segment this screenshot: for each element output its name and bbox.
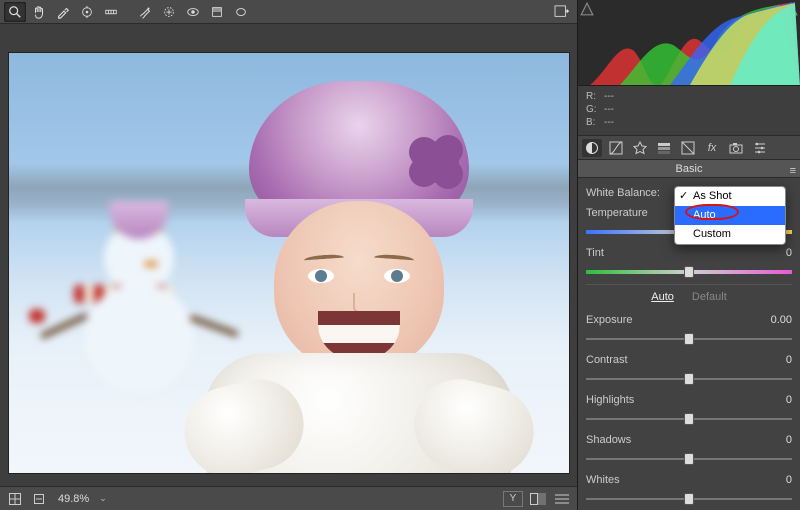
before-after-icon[interactable] (529, 491, 547, 507)
grad-filter-tool-icon[interactable] (206, 2, 228, 22)
exposure-value[interactable]: 0.00 (744, 314, 792, 326)
wb-option-custom[interactable]: Custom (675, 225, 785, 244)
highlights-label: Highlights (586, 394, 744, 406)
hand-tool-icon[interactable] (28, 2, 50, 22)
minus-icon[interactable] (30, 491, 48, 507)
straighten-tool-icon[interactable] (100, 2, 122, 22)
top-toolbar (0, 0, 577, 24)
r-value: --- (604, 91, 614, 102)
contrast-slider[interactable] (586, 371, 792, 385)
tab-basic-icon[interactable] (582, 139, 602, 157)
brush-tool-icon[interactable] (134, 2, 156, 22)
app-root: 49.8% ⌄ Y R:--- G:--- B:--- (0, 0, 800, 510)
settings-lines-icon[interactable] (553, 491, 571, 507)
tab-split-icon[interactable] (678, 139, 698, 157)
default-link[interactable]: Default (692, 291, 727, 303)
whites-label: Whites (586, 474, 744, 486)
g-label: G: (586, 103, 604, 116)
zoom-level[interactable]: 49.8% (54, 493, 93, 505)
status-bar: 49.8% ⌄ Y (0, 486, 577, 510)
panel-title: Basic ≡ (578, 160, 800, 178)
radial-filter-tool-icon[interactable] (230, 2, 252, 22)
target-wb-tool-icon[interactable] (76, 2, 98, 22)
wb-option-as-shot[interactable]: As Shot (675, 187, 785, 206)
shadows-label: Shadows (586, 434, 744, 446)
rgb-readout: R:--- G:--- B:--- (578, 86, 800, 136)
spot-tool-icon[interactable] (158, 2, 180, 22)
grid-toggle-icon[interactable] (6, 491, 24, 507)
whites-slider[interactable] (586, 491, 792, 505)
tint-value[interactable]: 0 (744, 247, 792, 259)
tint-label: Tint (586, 247, 744, 259)
b-value: --- (604, 117, 614, 128)
left-pane: 49.8% ⌄ Y (0, 0, 578, 510)
panel-tab-strip: fx (578, 136, 800, 160)
tab-presets-icon[interactable] (750, 139, 770, 157)
histogram[interactable] (578, 0, 800, 86)
exposure-label: Exposure (586, 314, 744, 326)
tab-fx-icon[interactable]: fx (702, 139, 722, 157)
white-balance-dropdown[interactable]: As Shot Auto Custom (674, 186, 786, 245)
exposure-slider[interactable] (586, 331, 792, 345)
redeye-tool-icon[interactable] (182, 2, 204, 22)
right-panel: R:--- G:--- B:--- fx Basic ≡ White Balan… (578, 0, 800, 510)
eyedropper-tool-icon[interactable] (52, 2, 74, 22)
highlights-slider[interactable] (586, 411, 792, 425)
tab-tone-curve-icon[interactable] (606, 139, 626, 157)
zoom-chevron-icon[interactable]: ⌄ (99, 493, 107, 504)
contrast-value[interactable]: 0 (744, 354, 792, 366)
highlights-value[interactable]: 0 (744, 394, 792, 406)
image-canvas-area[interactable] (0, 24, 577, 486)
photo-preview (9, 53, 569, 473)
shadows-value[interactable]: 0 (744, 434, 792, 446)
new-snapshot-icon[interactable] (551, 2, 573, 22)
wb-option-auto[interactable]: Auto (675, 206, 785, 225)
histogram-curves (578, 0, 800, 86)
panel-title-label: Basic (676, 163, 703, 175)
whites-value[interactable]: 0 (744, 474, 792, 486)
shadows-slider[interactable] (586, 451, 792, 465)
r-label: R: (586, 90, 604, 103)
fit-y-button[interactable]: Y (503, 491, 523, 507)
g-value: --- (604, 104, 614, 115)
tint-slider[interactable] (586, 264, 792, 278)
auto-link[interactable]: Auto (651, 291, 674, 303)
girl-illustration (189, 81, 529, 473)
tab-camera-icon[interactable] (726, 139, 746, 157)
tab-detail-icon[interactable] (630, 139, 650, 157)
snowman-illustration (69, 223, 209, 443)
contrast-label: Contrast (586, 354, 744, 366)
zoom-tool-icon[interactable] (4, 2, 26, 22)
b-label: B: (586, 116, 604, 129)
tab-hsl-icon[interactable] (654, 139, 674, 157)
